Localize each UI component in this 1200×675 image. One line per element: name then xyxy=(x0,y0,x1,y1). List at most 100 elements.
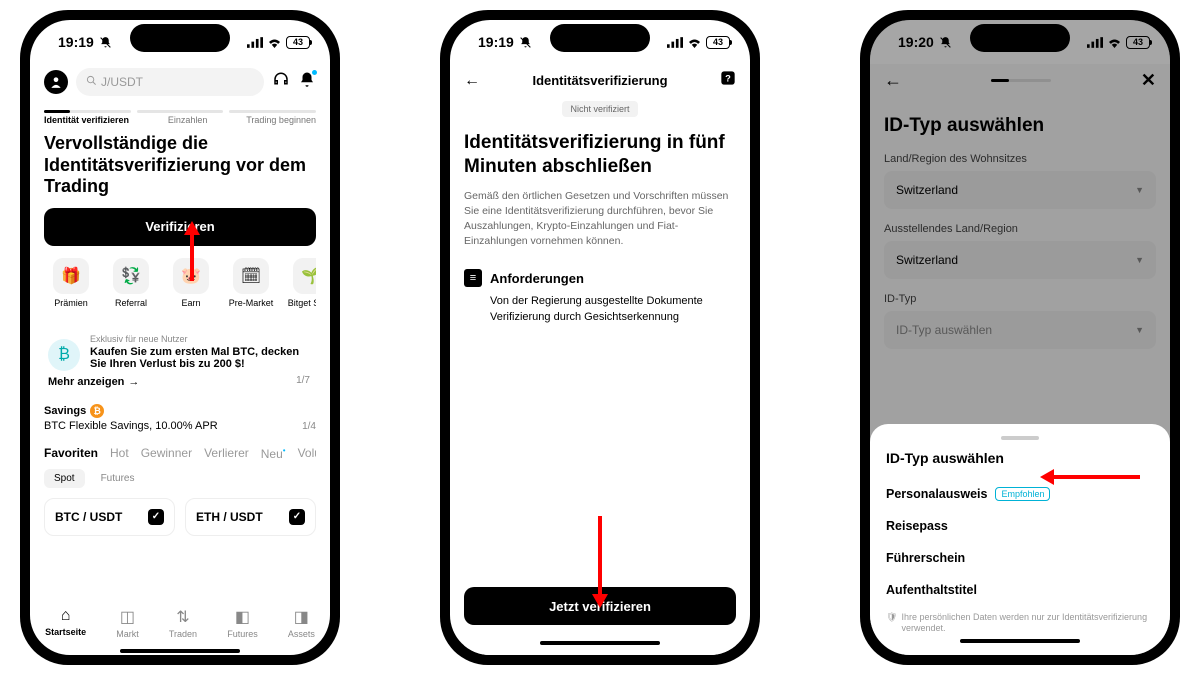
promo-page: 1/7 xyxy=(296,375,310,386)
battery-icon: 43 xyxy=(1126,36,1150,49)
page-title: Identitätsverifizierung in fünf Minuten … xyxy=(464,131,736,179)
annotation-arrow-icon xyxy=(588,516,612,608)
savings-sub[interactable]: BTC Flexible Savings, 10.00% APR1/4 xyxy=(44,420,316,432)
screen-3: 19:20 43 ← ✕ ID-Typ auswählen Land/Regio… xyxy=(870,20,1170,655)
tab-neu[interactable]: Neu xyxy=(261,446,286,461)
back-button[interactable]: ← xyxy=(464,72,488,90)
requirements-header: ≡ Anforderungen xyxy=(464,269,736,287)
bell-icon[interactable] xyxy=(298,71,316,94)
notch xyxy=(970,24,1070,52)
help-icon[interactable]: ? xyxy=(712,70,736,91)
referral-icon: 💱 xyxy=(113,258,149,294)
header-title: Identitätsverifizierung xyxy=(532,73,667,88)
tab-hot[interactable]: Hot xyxy=(110,446,129,461)
status-chip: Nicht verifiziert xyxy=(562,101,637,117)
signal-icon xyxy=(1087,37,1103,48)
privacy-note: 🛡Ihre persönlichen Daten werden nur zur … xyxy=(886,612,1154,635)
sheet-title: ID-Typ auswählen xyxy=(886,450,1154,466)
futures-icon: ◧ xyxy=(227,607,258,627)
signal-icon xyxy=(247,37,263,48)
nav-markt[interactable]: ◫Markt xyxy=(116,607,139,639)
tab-favoriten[interactable]: Favoriten xyxy=(44,446,98,461)
bottom-nav[interactable]: ⌂Startseite ◫Markt ⇅Traden ◧Futures ◨Ass… xyxy=(30,599,330,645)
wallet-icon: ◨ xyxy=(288,607,315,627)
avatar-icon[interactable] xyxy=(44,70,68,94)
btc-badge-icon: ₿ xyxy=(90,404,104,418)
requirement-1: Von der Regierung ausgestellte Dokumente xyxy=(490,295,736,307)
check-icon: ✓ xyxy=(148,509,164,525)
annotation-arrow-icon xyxy=(180,221,204,281)
option-reisepass[interactable]: Reisepass xyxy=(886,510,1154,542)
tab-gewinner[interactable]: Gewinner xyxy=(141,446,192,461)
gift-icon: 🎁 xyxy=(53,258,89,294)
home-indicator[interactable] xyxy=(540,641,660,645)
content-1: J/USDT Identität verifizieren Einzahlen … xyxy=(30,64,330,599)
notch xyxy=(550,24,650,52)
market-subtabs[interactable]: Spot Futures xyxy=(44,469,316,488)
savings-title: Savings₿ xyxy=(44,404,316,418)
signal-icon xyxy=(667,37,683,48)
shortcut-premarket[interactable]: 🗓Pre-Market xyxy=(224,258,278,308)
market-tabs[interactable]: Favoriten Hot Gewinner Verlierer Neu Vol… xyxy=(44,446,316,461)
tab-verlierer[interactable]: Verlierer xyxy=(204,446,249,461)
subtab-futures[interactable]: Futures xyxy=(91,469,145,488)
shortcut-referral[interactable]: 💱Referral xyxy=(104,258,158,308)
phone-1: 19:19 43 J/USDT xyxy=(20,10,340,665)
wifi-icon xyxy=(1107,37,1122,48)
option-aufenthaltstitel[interactable]: Aufenthaltstitel xyxy=(886,574,1154,606)
nav-startseite[interactable]: ⌂Startseite xyxy=(45,607,86,639)
home-indicator[interactable] xyxy=(120,649,240,653)
bell-off-icon xyxy=(519,36,532,49)
content-2: ← Identitätsverifizierung ? Nicht verifi… xyxy=(450,64,750,655)
progress-steps xyxy=(44,110,316,113)
seed-icon: 🌱 xyxy=(293,258,316,294)
svg-text:?: ? xyxy=(725,73,731,83)
check-icon: ✓ xyxy=(289,509,305,525)
battery-icon: 43 xyxy=(706,36,730,49)
page-desc: Gemäß den örtlichen Gesetzen und Vorschr… xyxy=(464,189,736,250)
status-time: 19:20 xyxy=(898,34,934,50)
notch xyxy=(130,24,230,52)
bell-off-icon xyxy=(99,36,112,49)
promo-card[interactable]: ₿ Exklusiv für neue Nutzer Kaufen Sie zu… xyxy=(44,324,316,392)
nav-assets[interactable]: ◨Assets xyxy=(288,607,315,639)
btc-icon: ₿ xyxy=(48,339,80,371)
battery-icon: 43 xyxy=(286,36,310,49)
screen-1: 19:19 43 J/USDT xyxy=(30,20,330,655)
header: ← Identitätsverifizierung ? xyxy=(464,64,736,97)
pair-btc[interactable]: BTC / USDT✓ xyxy=(44,498,175,536)
document-icon: ≡ xyxy=(464,269,482,287)
subtab-spot[interactable]: Spot xyxy=(44,469,85,488)
option-fuehrerschein[interactable]: Führerschein xyxy=(886,542,1154,574)
home-indicator[interactable] xyxy=(960,639,1080,643)
shortcut-praemien[interactable]: 🎁Prämien xyxy=(44,258,98,308)
pair-eth[interactable]: ETH / USDT✓ xyxy=(185,498,316,536)
search-icon xyxy=(86,75,97,89)
shield-icon: 🛡 xyxy=(886,612,897,635)
phone-3: 19:20 43 ← ✕ ID-Typ auswählen Land/Regio… xyxy=(860,10,1180,665)
step-labels: Identität verifizieren Einzahlen Trading… xyxy=(44,115,316,125)
nav-futures[interactable]: ◧Futures xyxy=(227,607,258,639)
status-time: 19:19 xyxy=(478,34,514,50)
bottom-sheet: ID-Typ auswählen PersonalausweisEmpfohle… xyxy=(870,424,1170,655)
search-input[interactable]: J/USDT xyxy=(76,68,264,96)
nav-traden[interactable]: ⇅Traden xyxy=(169,607,197,639)
chart-icon: ◫ xyxy=(116,607,139,627)
wifi-icon xyxy=(267,37,282,48)
shortcut-seed[interactable]: 🌱Bitget Seed xyxy=(284,258,316,308)
headline: Vervollständige die Identitätsverifizier… xyxy=(44,133,316,198)
topbar: J/USDT xyxy=(44,64,316,100)
headset-icon[interactable] xyxy=(272,71,290,94)
promo-more[interactable]: Mehr anzeigen→ xyxy=(48,376,312,388)
tab-volumen[interactable]: Volumen xyxy=(298,446,316,461)
status-time: 19:19 xyxy=(58,34,94,50)
pairs: BTC / USDT✓ ETH / USDT✓ xyxy=(44,498,316,536)
bell-off-icon xyxy=(939,36,952,49)
annotation-arrow-icon xyxy=(1040,465,1140,489)
home-icon: ⌂ xyxy=(45,607,86,625)
requirement-2: Verifizierung durch Gesichtserkennung xyxy=(490,311,736,323)
wifi-icon xyxy=(687,37,702,48)
phone-2: 19:19 43 ← Identitätsverifizierung ? Nic… xyxy=(440,10,760,665)
sheet-handle[interactable] xyxy=(1001,436,1039,440)
arrow-right-icon: → xyxy=(128,376,139,388)
